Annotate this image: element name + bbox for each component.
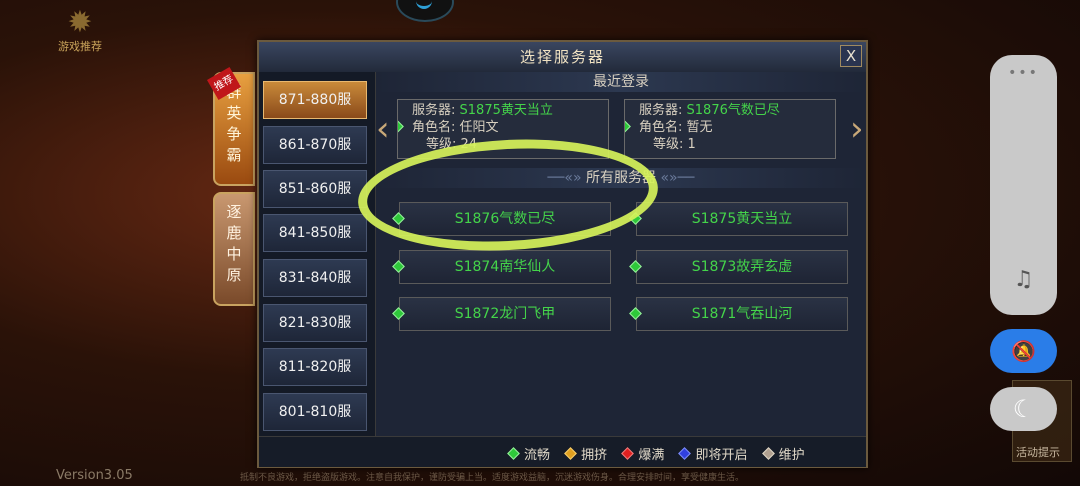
- diamond-icon: [621, 447, 635, 460]
- server-content: 最近登录 ‹ › 服务器: S1875黄天当立 角色名: 任阳文 等级: 24 …: [376, 72, 866, 436]
- tab-qunying[interactable]: 推荐 群英争霸: [206, 67, 255, 186]
- legend-item: 爆满: [621, 447, 665, 463]
- legend-label: 爆满: [638, 448, 665, 463]
- role-label: 角色名:: [412, 120, 456, 135]
- legend-label: 维护: [778, 448, 805, 463]
- level-value: 1: [687, 137, 696, 152]
- range-821-830[interactable]: 821-830服: [263, 304, 367, 342]
- top-status-orb: [396, 0, 454, 22]
- activity-tip-label: 活动提示: [1016, 446, 1060, 459]
- range-831-840[interactable]: 831-840服: [263, 259, 367, 297]
- moon-icon[interactable]: ☾: [990, 387, 1057, 431]
- legend-item: 维护: [761, 447, 805, 463]
- divider-ornament-icon: «»──: [656, 170, 695, 186]
- legend-item: 拥挤: [564, 447, 608, 463]
- more-icon[interactable]: •••: [990, 65, 1057, 81]
- divider-ornament-icon: ──«»: [547, 170, 586, 186]
- tab-zhulu[interactable]: 逐鹿中原: [213, 192, 255, 306]
- server-button[interactable]: S1873故弄玄虚: [629, 250, 848, 284]
- server-button[interactable]: S1872龙门飞甲: [392, 297, 611, 331]
- legend-label: 拥挤: [581, 448, 608, 463]
- server-button-label: S1874南华仙人: [454, 259, 556, 275]
- chevron-left-icon[interactable]: ‹: [376, 112, 390, 146]
- logo-label: 游戏推荐: [58, 40, 102, 53]
- server-label: 服务器:: [639, 103, 683, 118]
- close-button[interactable]: X: [840, 45, 862, 67]
- status-legend: 流畅 拥挤 爆满 即将开启 维护: [507, 444, 817, 463]
- diamond-icon: [678, 447, 692, 460]
- status-diamond-icon: [392, 307, 405, 320]
- range-841-850[interactable]: 841-850服: [263, 214, 367, 252]
- recent-server-card[interactable]: 服务器: S1876气数已尽 角色名: 暂无 等级: 1: [624, 99, 836, 159]
- dialog-title: 选择服务器: [259, 42, 866, 73]
- status-legend-bar: 流畅 拥挤 爆满 即将开启 维护: [259, 436, 866, 467]
- diamond-icon: [761, 447, 775, 460]
- range-861-870[interactable]: 861-870服: [263, 126, 367, 164]
- legend-item: 即将开启: [678, 447, 748, 463]
- status-diamond-icon: [625, 120, 631, 133]
- server-button-label: S1873故弄玄虚: [691, 259, 793, 275]
- server-name: S1875黄天当立: [459, 103, 553, 118]
- recent-server-card[interactable]: 服务器: S1875黄天当立 角色名: 任阳文 等级: 24: [397, 99, 609, 159]
- server-button-label: S1872龙门飞甲: [454, 306, 556, 322]
- version-label: Version3.05: [56, 468, 133, 483]
- server-range-list: 871-880服 861-870服 851-860服 841-850服 831-…: [259, 72, 376, 436]
- all-servers-label: 所有服务器: [586, 170, 656, 186]
- server-button[interactable]: S1875黄天当立: [629, 202, 848, 236]
- server-select-dialog: 选择服务器 X 871-880服 861-870服 851-860服 841-8…: [257, 40, 868, 468]
- server-button[interactable]: S1874南华仙人: [392, 250, 611, 284]
- range-851-860[interactable]: 851-860服: [263, 170, 367, 208]
- role-label: 角色名:: [639, 120, 683, 135]
- server-button-label: S1875黄天当立: [691, 211, 793, 227]
- music-off-icon[interactable]: ♫: [990, 267, 1057, 292]
- all-servers-title: ──«» 所有服务器 «»──: [376, 168, 866, 188]
- server-button[interactable]: S1871气吞山河: [629, 297, 848, 331]
- range-811-820[interactable]: 811-820服: [263, 348, 367, 386]
- status-diamond-icon: [398, 120, 404, 133]
- status-diamond-icon: [629, 212, 642, 225]
- diamond-icon: [564, 447, 578, 460]
- level-value: 24: [460, 137, 478, 152]
- health-tip: 抵制不良游戏，拒绝盗版游戏。注意自我保护，谨防受骗上当。适度游戏益脑，沉迷游戏伤…: [240, 473, 745, 483]
- status-diamond-icon: [392, 212, 405, 225]
- recent-title: 最近登录: [376, 72, 866, 92]
- server-button-label: S1871气吞山河: [691, 306, 793, 322]
- status-diamond-icon: [392, 260, 405, 273]
- tab-label: 逐鹿中原: [226, 203, 242, 284]
- status-diamond-icon: [629, 307, 642, 320]
- server-name: S1876气数已尽: [686, 103, 780, 118]
- system-control-panel[interactable]: ••• ♫: [990, 55, 1057, 315]
- range-801-810[interactable]: 801-810服: [263, 393, 367, 431]
- gear-icon: ✹: [67, 5, 93, 40]
- legend-label: 即将开启: [695, 448, 748, 463]
- diamond-icon: [507, 447, 520, 460]
- role-name: 暂无: [686, 120, 713, 135]
- server-button-label: S1876气数已尽: [454, 211, 556, 227]
- server-label: 服务器:: [412, 103, 456, 118]
- game-logo[interactable]: ✹ 游戏推荐: [52, 8, 108, 60]
- legend-item: 流畅: [507, 447, 551, 463]
- legend-label: 流畅: [524, 448, 551, 463]
- level-label: 等级:: [426, 137, 457, 152]
- status-diamond-icon: [629, 260, 642, 273]
- bell-off-icon[interactable]: 🔕: [990, 329, 1057, 373]
- server-button[interactable]: S1876气数已尽: [392, 202, 611, 236]
- range-871-880[interactable]: 871-880服: [263, 81, 367, 119]
- chevron-right-icon[interactable]: ›: [850, 112, 864, 146]
- role-name: 任阳文: [459, 120, 499, 135]
- level-label: 等级:: [653, 137, 684, 152]
